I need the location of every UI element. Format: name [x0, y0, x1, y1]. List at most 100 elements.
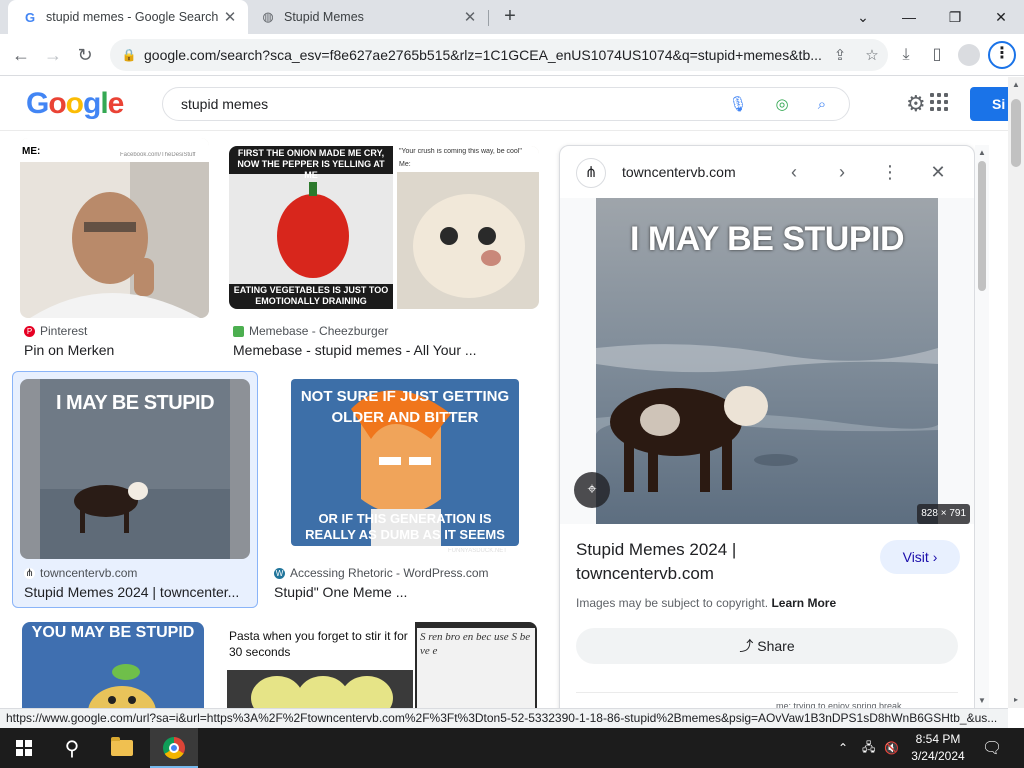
meme-caption-bottom: EATING VEGETABLES IS JUST TOO EMOTIONALL…: [233, 285, 389, 306]
chrome-taskbar-button[interactable]: [150, 728, 198, 768]
result-title[interactable]: Memebase - stupid memes - All Your ...: [233, 342, 539, 358]
meme-caption-bottom: OR IF THIS GENERATION IS REALLY AS DUMB …: [305, 511, 505, 542]
tab-separator: [488, 10, 489, 26]
lock-icon[interactable]: 🔒: [114, 48, 144, 62]
volume-muted-icon[interactable]: 🔇: [884, 728, 899, 768]
profile-avatar[interactable]: [958, 44, 980, 66]
previous-image-icon[interactable]: ‹: [782, 160, 806, 184]
sign-in-button[interactable]: Si: [970, 87, 1010, 121]
windows-taskbar: ⚲ ⌃ 🖧 🔇 8:54 PM 3/24/2024 🗨: [0, 728, 1024, 768]
notifications-icon[interactable]: 🗨: [982, 728, 1002, 768]
towncenter-icon: ⋔: [24, 567, 35, 579]
more-options-icon[interactable]: ⋮: [878, 160, 902, 184]
browser-toolbar: ← → ↻ 🔒 google.com/search?sca_esv=f8e627…: [0, 34, 1024, 76]
pinterest-icon: P: [24, 325, 35, 337]
lens-icon[interactable]: ◎: [771, 94, 793, 116]
share-icon: ⤴: [739, 638, 754, 654]
result-source[interactable]: Memebase - Cheezburger: [233, 324, 388, 338]
page-scrollbar[interactable]: ▲ ▸: [1008, 77, 1024, 708]
result-source[interactable]: W Accessing Rhetoric - WordPress.com: [274, 566, 489, 580]
lens-search-icon[interactable]: ⌖: [574, 472, 610, 508]
result-source[interactable]: ⋔ towncentervb.com: [24, 566, 137, 580]
preview-scrollbar[interactable]: ▲ ▼: [975, 145, 989, 708]
site-favicon-icon[interactable]: ⋔: [576, 158, 606, 188]
preview-image[interactable]: I MAY BE STUPID ⌖ 828 × 791: [560, 198, 974, 524]
next-image-icon[interactable]: ›: [830, 160, 854, 184]
reload-button[interactable]: ↻: [72, 42, 98, 68]
result-title[interactable]: Stupid Memes 2024 | towncenter...: [24, 584, 250, 600]
scroll-down-arrow[interactable]: ▼: [975, 695, 989, 707]
restore-button[interactable]: ❐: [932, 0, 978, 34]
preview-site-name[interactable]: towncentervb.com: [622, 164, 736, 180]
meme-caption-top: FIRST THE ONION MADE ME CRY, NOW THE PEP…: [237, 148, 385, 180]
search-icon: ⚲: [64, 737, 80, 760]
tab-label: stupid memes - Google Search: [46, 10, 218, 24]
browser-menu-icon[interactable]: ⋮: [988, 41, 1016, 69]
share-button[interactable]: ⤴ Share: [576, 628, 958, 664]
minimize-button[interactable]: —: [886, 0, 932, 34]
tab-label: Stupid Memes: [284, 10, 364, 24]
image-preview-panel: ⋔ towncentervb.com ‹ › ⋮ ✕ I MAY BE STUP…: [559, 145, 975, 715]
scroll-up-arrow[interactable]: ▲: [975, 147, 989, 159]
scroll-up-arrow[interactable]: ▲: [1009, 79, 1023, 91]
search-taskbar-button[interactable]: ⚲: [48, 728, 96, 768]
close-preview-icon[interactable]: ✕: [926, 160, 950, 184]
visit-button[interactable]: Visit ›: [880, 540, 960, 574]
tab-google-search[interactable]: G stupid memes - Google Search ✕: [8, 0, 248, 34]
meme-caption: Pasta when you forget to stir it for 30 …: [229, 629, 408, 659]
preview-scroll-thumb[interactable]: [978, 161, 986, 291]
address-bar[interactable]: 🔒 google.com/search?sca_esv=f8e627ae2765…: [110, 39, 888, 71]
microphone-icon[interactable]: 🎙: [727, 94, 749, 116]
meme-caption: ME:: [22, 146, 41, 157]
meme-caption: I MAY BE STUPID: [55, 392, 215, 414]
close-window-button[interactable]: ✕: [978, 0, 1024, 34]
close-tab-icon[interactable]: ✕: [218, 8, 242, 26]
page-scroll-thumb[interactable]: [1011, 99, 1021, 167]
globe-icon: ◍: [262, 9, 274, 24]
memebase-icon: [233, 325, 244, 337]
bookmark-star-icon[interactable]: ☆: [856, 46, 888, 64]
preview-meme-caption: I MAY BE STUPID: [629, 220, 905, 258]
result-image-1[interactable]: [20, 138, 209, 318]
settings-gear-icon[interactable]: ⚙: [906, 91, 926, 117]
meme-caption-side: S ren bro en bec use S be ve e: [420, 631, 531, 657]
system-clock[interactable]: 8:54 PM 3/24/2024: [906, 731, 970, 765]
chevron-right-icon: ›: [932, 549, 938, 565]
preview-title[interactable]: Stupid Memes 2024 | towncentervb.com: [576, 538, 866, 586]
forward-button[interactable]: →: [40, 42, 66, 68]
meme-caption: YOU MAY BE STUPID: [31, 624, 195, 641]
download-icon[interactable]: ⤓: [893, 42, 919, 68]
result-title[interactable]: Pin on Merken: [24, 342, 209, 358]
close-tab-icon[interactable]: ✕: [458, 8, 482, 26]
learn-more-link[interactable]: Learn More: [771, 596, 836, 610]
result-title[interactable]: Stupid" One Meme ...: [274, 584, 534, 600]
share-page-icon[interactable]: ⇪: [824, 46, 856, 64]
google-g-icon: G: [24, 9, 36, 25]
image-dimensions: 828 × 791: [917, 504, 970, 524]
apps-grid-icon[interactable]: [930, 93, 948, 111]
start-button[interactable]: [0, 728, 48, 768]
tab-search-icon[interactable]: ⌄: [840, 0, 886, 34]
result-source[interactable]: P Pinterest: [24, 324, 87, 338]
url-text[interactable]: google.com/search?sca_esv=f8e627ae2765b5…: [144, 47, 824, 63]
wordpress-icon: W: [274, 567, 285, 579]
search-icon[interactable]: ⌕: [811, 94, 833, 116]
new-tab-button[interactable]: +: [498, 5, 522, 29]
network-icon[interactable]: 🖧: [862, 728, 875, 768]
side-panel-icon[interactable]: ▯: [924, 42, 950, 68]
scroll-right-arrow[interactable]: ▸: [1009, 694, 1023, 706]
back-button[interactable]: ←: [8, 42, 34, 68]
google-header: Google stupid memes 🎙 ◎ ⌕ ⚙ Si: [0, 77, 1010, 131]
file-explorer-button[interactable]: [98, 728, 146, 768]
show-hidden-icons[interactable]: ⌃: [838, 728, 848, 768]
preview-header: ⋔ towncentervb.com ‹ › ⋮ ✕: [560, 146, 974, 198]
search-query[interactable]: stupid memes: [181, 96, 268, 112]
meme-watermark: Facebook.com/TheDesiStuff: [120, 152, 196, 158]
meme-caption-side2: Me:: [399, 161, 411, 168]
copyright-notice: Images may be subject to copyright. Lear…: [576, 596, 837, 610]
chrome-icon: [163, 737, 185, 759]
google-logo[interactable]: Google: [26, 87, 124, 121]
search-input[interactable]: stupid memes 🎙 ◎ ⌕: [162, 87, 850, 121]
status-url-bar: https://www.google.com/url?sa=i&url=http…: [0, 708, 1008, 728]
tab-stupid-memes[interactable]: ◍ Stupid Memes ✕: [248, 0, 488, 34]
